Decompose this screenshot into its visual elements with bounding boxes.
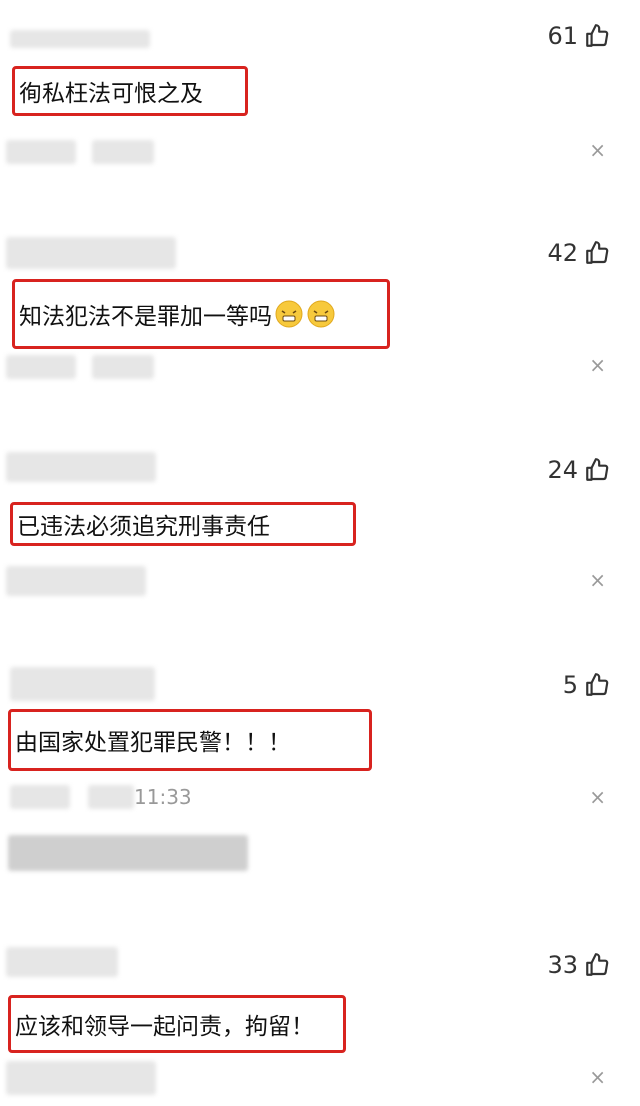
thumbs-up-icon (586, 673, 609, 696)
blurred-reply (8, 835, 248, 871)
close-icon[interactable]: × (589, 570, 606, 590)
comment-text: 徇私枉法可恨之及 (19, 81, 203, 107)
highlighted-comment: 由国家处置犯罪民警！！！ (8, 709, 372, 771)
highlighted-comment: 徇私枉法可恨之及 (12, 66, 248, 116)
blurred-username (10, 667, 155, 701)
blurred-username (10, 30, 150, 48)
thumbs-up-icon (586, 458, 609, 481)
blurred-meta (10, 785, 70, 809)
grimace-emoji-icon (275, 300, 303, 328)
comment-item: 61 徇私枉法可恨之及 × (0, 0, 640, 215)
blurred-username (6, 237, 176, 269)
close-icon[interactable]: × (589, 787, 606, 807)
like-count: 33 (547, 951, 578, 979)
comment-screenshot: { "comments": [ {"likes": "61", "text": … (0, 0, 640, 1106)
close-icon[interactable]: × (589, 1067, 606, 1087)
grimace-emoji-icon (307, 300, 335, 328)
comment-text: 应该和领导一起问责，拘留！ (15, 1014, 314, 1040)
blurred-meta (88, 785, 134, 809)
blurred-username (6, 947, 118, 977)
thumbs-up-icon (586, 24, 609, 47)
comment-text: 知法犯法不是罪加一等吗 (19, 304, 272, 330)
highlighted-comment: 已违法必须追究刑事责任 (10, 502, 356, 546)
highlighted-comment: 知法犯法不是罪加一等吗 (12, 279, 390, 349)
comment-text: 由国家处置犯罪民警！！！ (15, 730, 291, 756)
like-button[interactable]: 24 (547, 456, 610, 484)
close-icon[interactable]: × (589, 140, 606, 160)
comment-item: 42 知法犯法不是罪加一等吗 × (0, 215, 640, 430)
like-count: 61 (547, 22, 578, 50)
like-button[interactable]: 33 (547, 951, 610, 979)
comment-item: 33 应该和领导一起问责，拘留！ × (0, 925, 640, 1106)
blurred-meta (6, 566, 146, 596)
close-icon[interactable]: × (589, 355, 606, 375)
like-button[interactable]: 42 (547, 239, 610, 267)
like-button[interactable]: 5 (563, 671, 610, 699)
comment-text: 已违法必须追究刑事责任 (17, 514, 270, 540)
like-count: 42 (547, 239, 578, 267)
comment-item: 5 由国家处置犯罪民警！！！ 11:33 × (0, 645, 640, 925)
thumbs-up-icon (586, 953, 609, 976)
like-button[interactable]: 61 (547, 22, 610, 50)
blurred-username (6, 452, 156, 482)
blurred-meta (92, 140, 154, 164)
blurred-meta (6, 1061, 156, 1095)
comment-time: 11:33 (134, 785, 192, 809)
blurred-meta (6, 140, 76, 164)
thumbs-up-icon (586, 241, 609, 264)
like-count: 5 (562, 671, 578, 699)
like-count: 24 (547, 456, 578, 484)
blurred-meta (6, 355, 76, 379)
highlighted-comment: 应该和领导一起问责，拘留！ (8, 995, 346, 1053)
blurred-meta (92, 355, 154, 379)
comment-item: 24 已违法必须追究刑事责任 × (0, 430, 640, 645)
